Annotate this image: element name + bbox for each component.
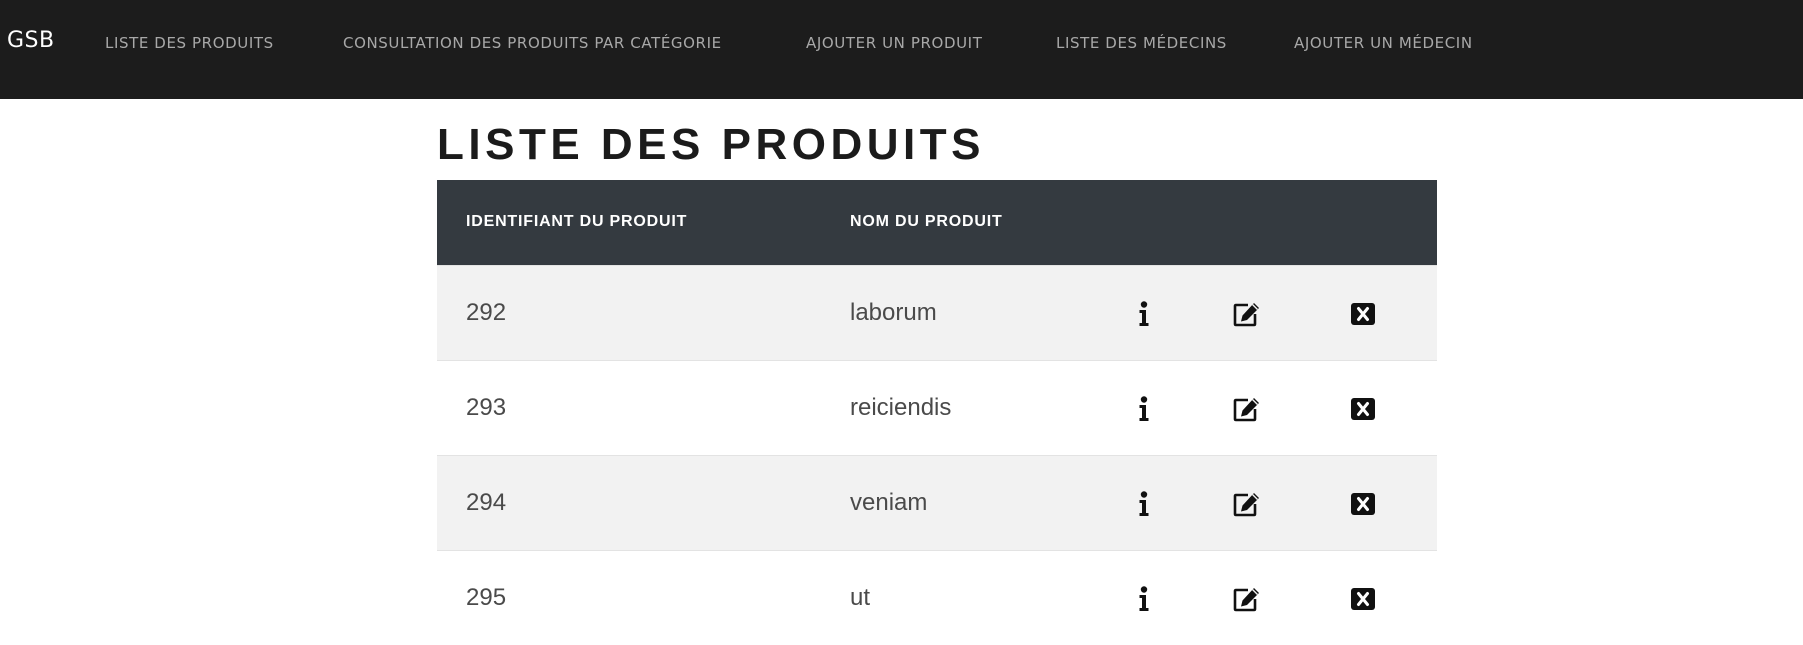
table-row: 295 ut bbox=[437, 550, 1437, 645]
table-body: 292 laborum 293 reiciendis 294 veniam 295 ut bbox=[437, 265, 1437, 645]
table-header: IDENTIFIANT DU PRODUIT NOM DU PRODUIT bbox=[437, 180, 1437, 265]
delete-icon[interactable] bbox=[1348, 584, 1378, 614]
product-name-cell: veniam bbox=[850, 489, 928, 516]
top-navbar: GSB LISTE DES PRODUITS CONSULTATION DES … bbox=[0, 0, 1803, 99]
table-row: 292 laborum bbox=[437, 265, 1437, 360]
product-id-cell: 292 bbox=[466, 299, 507, 326]
products-table: IDENTIFIANT DU PRODUIT NOM DU PRODUIT 29… bbox=[437, 180, 1437, 645]
product-name-cell: laborum bbox=[850, 299, 937, 326]
nav-link-liste-produits[interactable]: LISTE DES PRODUITS bbox=[105, 34, 274, 52]
delete-icon[interactable] bbox=[1348, 394, 1378, 424]
product-id-cell: 295 bbox=[466, 584, 507, 611]
nav-link-liste-medecins[interactable]: LISTE DES MÉDECINS bbox=[1056, 34, 1227, 52]
edit-icon[interactable] bbox=[1232, 489, 1262, 519]
nav-link-consultation-categorie[interactable]: CONSULTATION DES PRODUITS PAR CATÉGORIE bbox=[343, 34, 722, 52]
product-name-cell: reiciendis bbox=[850, 394, 952, 421]
brand-link[interactable]: GSB bbox=[7, 28, 55, 53]
info-icon[interactable] bbox=[1129, 584, 1159, 614]
nav-link-ajouter-medecin[interactable]: AJOUTER UN MÉDECIN bbox=[1294, 34, 1473, 52]
product-id-cell: 294 bbox=[466, 489, 507, 516]
table-row: 294 veniam bbox=[437, 455, 1437, 550]
info-icon[interactable] bbox=[1129, 394, 1159, 424]
delete-icon[interactable] bbox=[1348, 489, 1378, 519]
edit-icon[interactable] bbox=[1232, 299, 1262, 329]
delete-icon[interactable] bbox=[1348, 299, 1378, 329]
column-header-id: IDENTIFIANT DU PRODUIT bbox=[466, 213, 688, 230]
edit-icon[interactable] bbox=[1232, 394, 1262, 424]
info-icon[interactable] bbox=[1129, 489, 1159, 519]
product-name-cell: ut bbox=[850, 584, 871, 611]
column-header-name: NOM DU PRODUIT bbox=[850, 213, 1003, 230]
nav-link-ajouter-produit[interactable]: AJOUTER UN PRODUIT bbox=[806, 34, 982, 52]
edit-icon[interactable] bbox=[1232, 584, 1262, 614]
product-id-cell: 293 bbox=[466, 394, 507, 421]
table-row: 293 reiciendis bbox=[437, 360, 1437, 455]
page-title: LISTE DES PRODUITS bbox=[437, 120, 985, 169]
info-icon[interactable] bbox=[1129, 299, 1159, 329]
